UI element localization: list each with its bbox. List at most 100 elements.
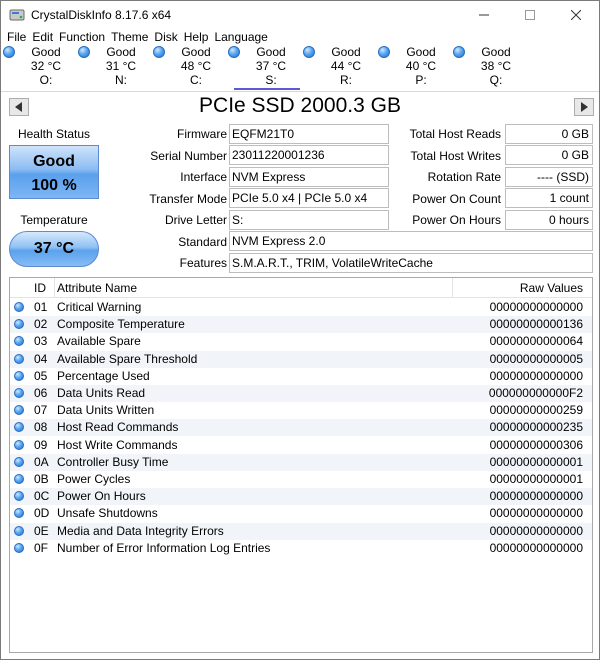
temperature-value: 37 °C — [33, 240, 75, 257]
table-row[interactable]: 0E Media and Data Integrity Errors 0000000… — [10, 522, 592, 540]
column-header-raw-values[interactable]: Raw Values — [453, 278, 589, 298]
temperature-panel[interactable]: 37 °C — [9, 231, 99, 267]
divider — [1, 91, 599, 92]
disk-tab-q[interactable]: Good 38 °C Q: — [451, 45, 526, 91]
attribute-id: 0E — [34, 523, 49, 538]
attribute-id: 03 — [34, 334, 48, 349]
smart-attribute-table[interactable]: ID Attribute Name Raw Values 01 Critical … — [9, 277, 593, 653]
disk-tab-n[interactable]: Good 31 °C N: — [76, 45, 151, 91]
temperature-label: Temperature — [20, 213, 88, 227]
table-row[interactable]: 0F Number of Error Information Log Entrie… — [10, 540, 592, 557]
transfer-mode-field: PCIe 5.0 x4 | PCIe 5.0 x4 — [229, 188, 389, 208]
attribute-raw-value: 00000000000000 — [489, 368, 583, 383]
disk-status: Good — [106, 45, 136, 59]
drive-letter-label: Drive Letter — [164, 213, 227, 227]
table-row[interactable]: 0B Power Cycles 00000000000001 — [10, 471, 592, 488]
close-icon — [571, 10, 581, 20]
attribute-name: Number of Error Information Log Entries — [57, 540, 271, 555]
attribute-name: Media and Data Integrity Errors — [57, 523, 224, 538]
status-dot-icon — [14, 525, 24, 536]
health-status-panel[interactable]: Good 100 % — [9, 145, 99, 199]
serial-number-field: 23011220001236 — [229, 145, 389, 165]
table-row[interactable]: 04 Available Spare Threshold 0000000000000… — [10, 350, 592, 368]
health-dot-icon — [228, 46, 240, 58]
disk-tab-p[interactable]: Good 40 °C P: — [376, 45, 451, 91]
status-dot-icon — [14, 456, 24, 467]
table-row[interactable]: 05 Percentage Used 00000000000000 — [10, 368, 592, 385]
menu-theme[interactable]: Theme — [109, 29, 152, 45]
window-title: CrystalDiskInfo 8.17.6 x64 — [31, 8, 172, 22]
total-host-writes-label: Total Host Writes — [410, 149, 501, 163]
interface-label: Interface — [180, 170, 227, 184]
menu-language[interactable]: Language — [212, 29, 271, 45]
disk-tab-r[interactable]: Good 44 °C R: — [301, 45, 376, 91]
disk-letter: C: — [190, 73, 202, 87]
status-dot-icon — [14, 439, 24, 450]
disk-temp: 44 °C — [330, 59, 362, 73]
rotation-rate-field: ---- (SSD) — [505, 167, 593, 187]
column-header-attribute-name[interactable]: Attribute Name — [57, 278, 137, 298]
disk-tab-s[interactable]: Good 37 °C S: — [226, 45, 301, 91]
minimize-button[interactable] — [461, 1, 507, 29]
table-row[interactable]: 03 Available Spare 00000000000064 — [10, 333, 592, 350]
menu-edit[interactable]: Edit — [30, 29, 57, 45]
disk-tab-c[interactable]: Good 48 °C C: — [151, 45, 226, 91]
rotation-rate-label: Rotation Rate — [427, 170, 501, 184]
attribute-raw-value: 00000000000000 — [489, 489, 583, 504]
status-dot-icon — [14, 336, 24, 347]
attribute-name: Host Read Commands — [57, 420, 179, 435]
attribute-name: Controller Busy Time — [57, 454, 169, 469]
disk-temp: 40 °C — [405, 59, 437, 73]
attribute-id: 01 — [34, 300, 48, 314]
attribute-name: Unsafe Shutdowns — [57, 506, 158, 521]
close-button[interactable] — [553, 1, 599, 29]
table-row[interactable]: 09 Host Write Commands 00000000000306 — [10, 437, 592, 454]
power-on-count-label: Power On Count — [412, 192, 501, 206]
table-row[interactable]: 02 Composite Temperature 00000000000136 — [10, 316, 592, 334]
drive-letter-field: S: — [229, 210, 389, 230]
attribute-id: 05 — [34, 368, 48, 383]
menu-file[interactable]: File — [5, 29, 30, 45]
attribute-id: 0A — [34, 454, 49, 469]
menu-disk[interactable]: Disk — [152, 29, 181, 45]
power-on-hours-label: Power On Hours — [412, 213, 501, 227]
disk-letter: P: — [415, 73, 427, 87]
health-dot-icon — [153, 46, 165, 58]
table-row[interactable]: 0D Unsafe Shutdowns 00000000000000 — [10, 505, 592, 522]
arrow-right-icon — [581, 102, 588, 112]
health-dot-icon — [453, 46, 465, 58]
app-window: CrystalDiskInfo 8.17.6 x64 File Edit Fun… — [0, 0, 600, 660]
table-row[interactable]: 0A Controller Busy Time 00000000000001 — [10, 453, 592, 471]
firmware-label: Firmware — [177, 127, 227, 141]
attribute-raw-value: 00000000000000 — [489, 300, 583, 314]
transfer-mode-label: Transfer Mode — [149, 192, 227, 206]
app-disk-icon — [9, 9, 25, 21]
attribute-name: Data Units Written — [57, 403, 155, 418]
attribute-name: Percentage Used — [57, 368, 150, 383]
standard-field: NVM Express 2.0 — [229, 231, 593, 251]
attribute-raw-value: 00000000000306 — [489, 437, 583, 452]
disk-status: Good — [406, 45, 436, 59]
table-row[interactable]: 08 Host Read Commands 00000000000235 — [10, 419, 592, 437]
table-row[interactable]: 0C Power On Hours 00000000000000 — [10, 488, 592, 506]
attribute-name: Available Spare Threshold — [57, 351, 198, 366]
menu-function[interactable]: Function — [57, 29, 109, 45]
disk-tab-o[interactable]: Good 32 °C O: — [1, 45, 76, 91]
next-disk-button[interactable] — [574, 98, 594, 116]
table-row[interactable]: 01 Critical Warning 00000000000000 — [10, 299, 592, 316]
disk-temp: 38 °C — [480, 59, 512, 73]
attribute-raw-value: 00000000000000 — [489, 523, 583, 538]
attribute-raw-value: 00000000000136 — [489, 317, 583, 332]
disk-letter: Q: — [489, 73, 503, 87]
attribute-raw-value: 00000000000001 — [489, 472, 583, 486]
table-header: ID Attribute Name Raw Values — [10, 278, 592, 298]
table-row[interactable]: 06 Data Units Read 000000000000F2 — [10, 385, 592, 402]
table-row[interactable]: 07 Data Units Written 00000000000259 — [10, 402, 592, 419]
disk-temp: 32 °C — [30, 59, 62, 73]
menu-help[interactable]: Help — [182, 29, 213, 45]
status-dot-icon — [14, 388, 24, 398]
disk-letter: N: — [115, 73, 127, 87]
maximize-button[interactable] — [507, 1, 553, 29]
column-header-id[interactable]: ID — [34, 278, 46, 298]
disk-letter: S: — [265, 73, 277, 87]
